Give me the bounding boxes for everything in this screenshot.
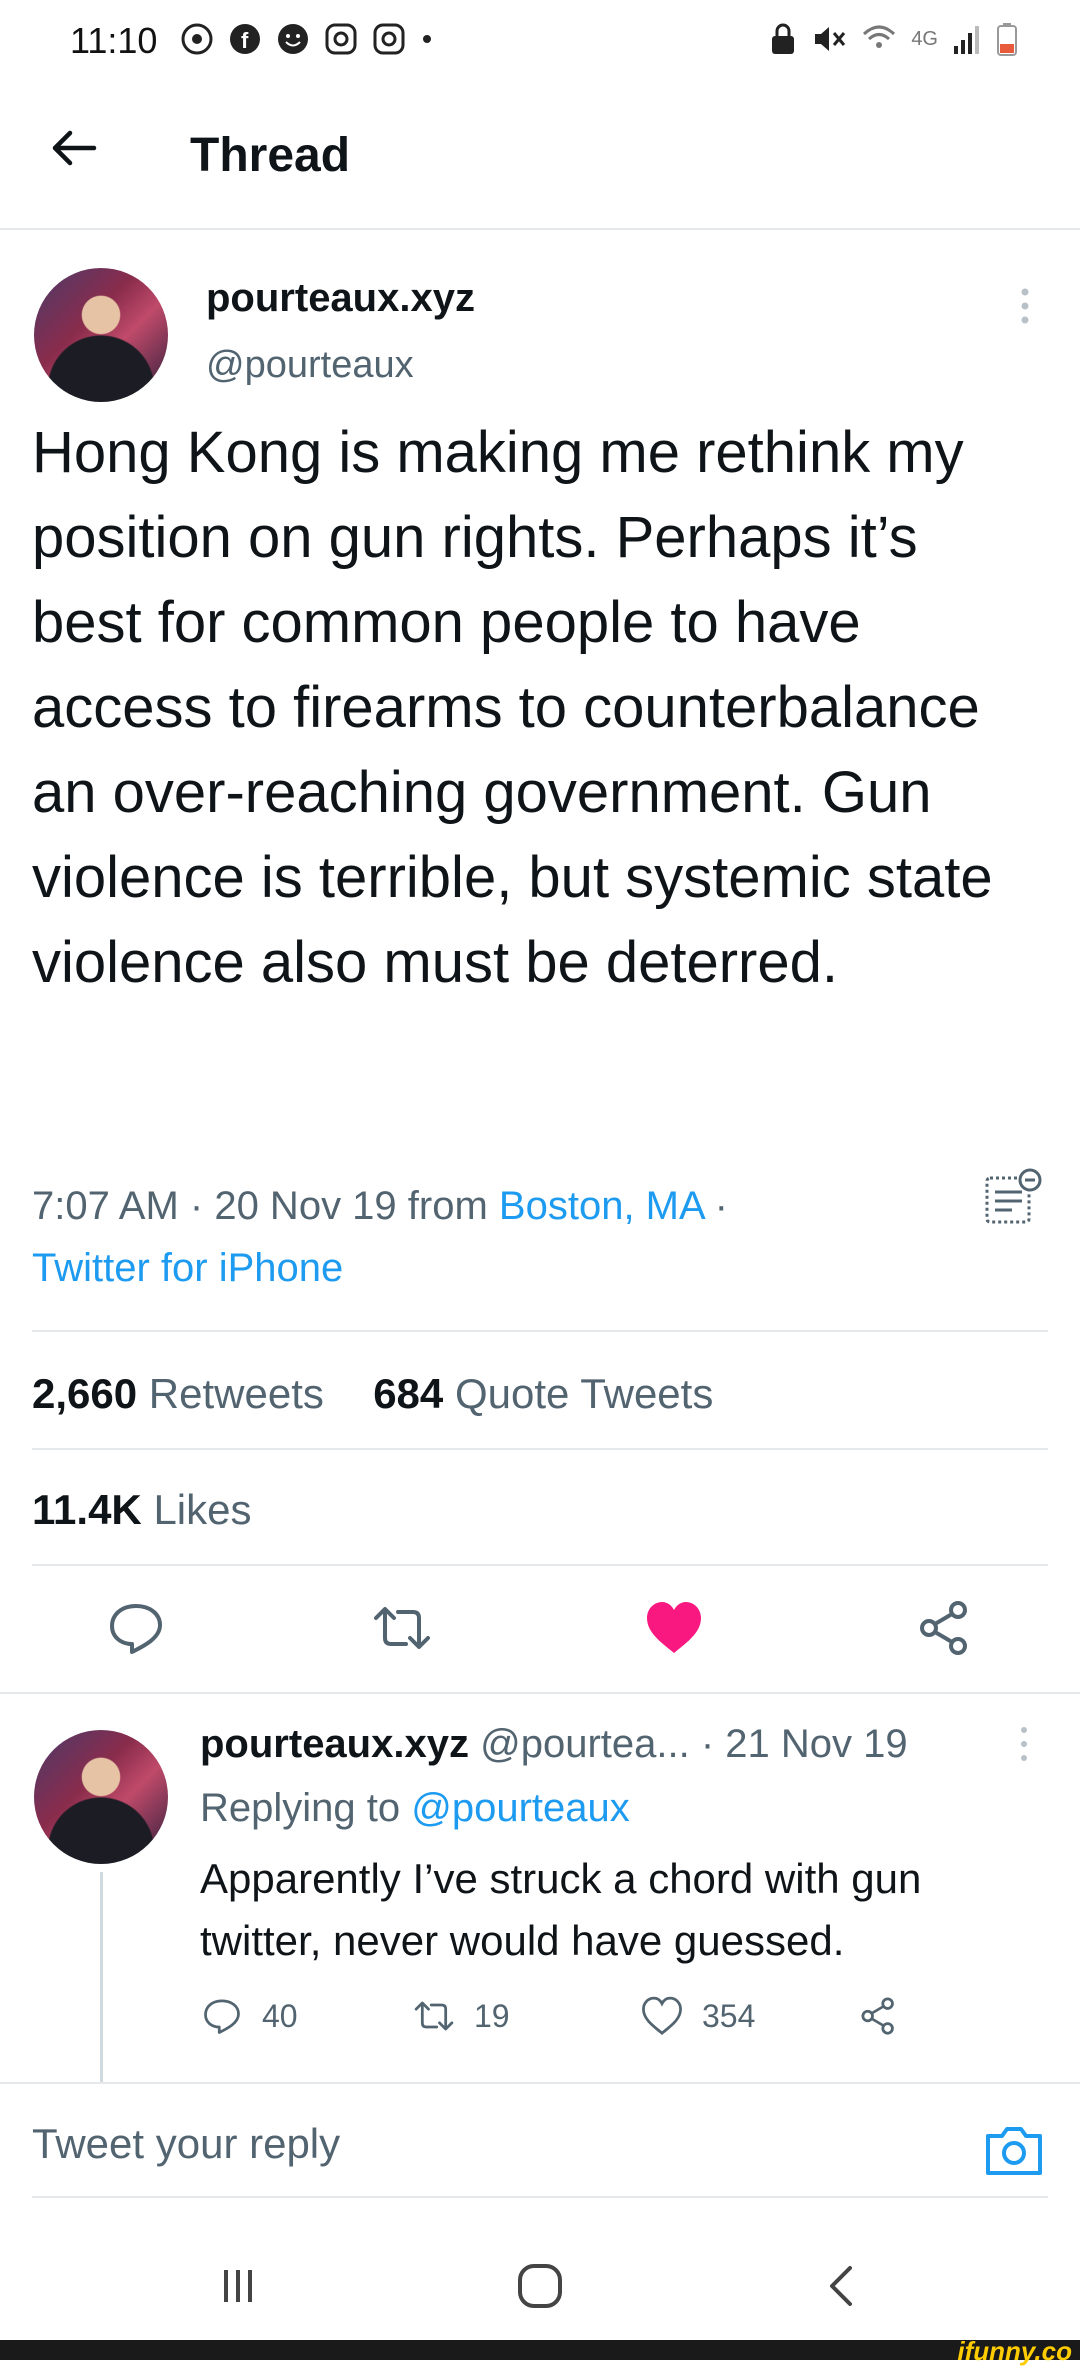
reply-text: Apparently I’ve struck a chord with gun … (200, 1855, 922, 1964)
replying-to-label: Replying to (200, 1786, 401, 1830)
like-icon-filled[interactable] (642, 1596, 706, 1660)
engagement-stats: 2,660 Retweets 684 Quote Tweets (32, 1370, 713, 1418)
wifi-icon (863, 25, 896, 48)
lock-icon (772, 23, 795, 54)
reply-icon[interactable] (200, 1994, 244, 2038)
camera-icon[interactable] (982, 2118, 1046, 2182)
tweet-date: 20 Nov 19 (214, 1184, 397, 1228)
quote-tweets-count[interactable]: 684 (373, 1370, 443, 1417)
signal-icon (954, 26, 979, 54)
retweet-icon[interactable] (370, 1596, 434, 1660)
watermark-logo: ifunny.co (957, 2336, 1072, 2366)
back-arrow-icon[interactable] (44, 118, 104, 178)
notification-icons: f (180, 22, 434, 56)
replying-to-handle[interactable]: @pourteaux (411, 1786, 630, 1830)
battery-icon (997, 23, 1017, 56)
status-time: 11:10 (70, 20, 158, 61)
reply-date[interactable]: 21 Nov 19 (725, 1722, 907, 1766)
recent-apps-icon[interactable] (208, 2256, 268, 2316)
app-notification-icon (181, 23, 213, 55)
network-type: 4G (911, 27, 938, 50)
retweets-count[interactable]: 2,660 (32, 1370, 137, 1417)
page-title: Thread (190, 129, 351, 182)
retweet-icon[interactable] (412, 1994, 456, 2038)
divider (32, 1448, 1048, 1450)
retweet-count: 19 (474, 1997, 510, 2034)
reply-count: 40 (262, 1997, 298, 2034)
analytics-icon[interactable] (982, 1166, 1046, 1230)
retweets-label[interactable]: Retweets (149, 1370, 324, 1417)
svg-text:f: f (241, 28, 249, 53)
reply-like-action[interactable]: 354 (640, 1994, 755, 2038)
home-icon[interactable] (510, 2256, 570, 2316)
header-divider (0, 228, 1080, 230)
tweet-text: Hong Kong is making me rethink my positi… (32, 420, 993, 995)
compose-underline (32, 2196, 1048, 2198)
share-icon[interactable] (912, 1596, 976, 1660)
reply-share-icon[interactable] (856, 1994, 900, 2038)
user-handle[interactable]: @pourteaux (206, 344, 414, 387)
system-status-icons: 4G (769, 22, 1018, 56)
reply-reply-action[interactable]: 40 (200, 1994, 298, 2038)
divider (32, 1564, 1048, 1566)
instagram-icon-2 (373, 23, 405, 55)
mute-icon (815, 27, 846, 51)
tweet-client-link[interactable]: Twitter for iPhone (32, 1246, 343, 1291)
likes-count[interactable]: 11.4K (32, 1486, 142, 1533)
reply-handle[interactable]: @pourtea... (480, 1722, 690, 1766)
quote-tweets-label[interactable]: Quote Tweets (455, 1370, 713, 1417)
reply-icon[interactable] (104, 1596, 168, 1660)
instagram-icon (325, 23, 357, 55)
like-count: 354 (702, 1997, 756, 2034)
reply-retweet-action[interactable]: 19 (412, 1994, 510, 2038)
likes-stats: 11.4K Likes (32, 1486, 252, 1534)
divider (32, 1330, 1048, 1332)
facebook-icon: f (230, 24, 260, 54)
separator: · (700, 1722, 726, 1766)
reply-input[interactable]: Tweet your reply (32, 2120, 340, 2168)
separator: · (714, 1184, 728, 1228)
likes-label[interactable]: Likes (153, 1486, 251, 1533)
replying-to: Replying to @pourteaux (200, 1786, 630, 1831)
reply-avatar[interactable] (34, 1730, 168, 1864)
tweet-metadata: 7:07 AM · 20 Nov 19 from Boston, MA · (32, 1184, 728, 1229)
thread-connector-line (100, 1872, 103, 2084)
divider (0, 1692, 1080, 1694)
tweet-location-link[interactable]: Boston, MA (499, 1184, 704, 1228)
avatar[interactable] (34, 268, 168, 402)
reply-more-options-icon[interactable] (1014, 1724, 1034, 1764)
back-nav-icon[interactable] (812, 2256, 872, 2316)
from-label: from (407, 1184, 488, 1228)
display-name[interactable]: pourteaux.xyz (206, 276, 475, 321)
more-options-icon[interactable] (1010, 286, 1040, 326)
smiley-icon (278, 24, 308, 54)
dot-icon (423, 35, 431, 43)
heart-outline-icon[interactable] (640, 1994, 684, 2038)
tweet-time: 7:07 AM (32, 1184, 179, 1228)
reply-display-name[interactable]: pourteaux.xyz (200, 1722, 469, 1766)
divider (0, 2082, 1080, 2084)
watermark-bar (0, 2340, 1080, 2360)
reply-header: pourteaux.xyz @pourtea... · 21 Nov 19 (200, 1722, 908, 1767)
separator: · (189, 1184, 215, 1228)
